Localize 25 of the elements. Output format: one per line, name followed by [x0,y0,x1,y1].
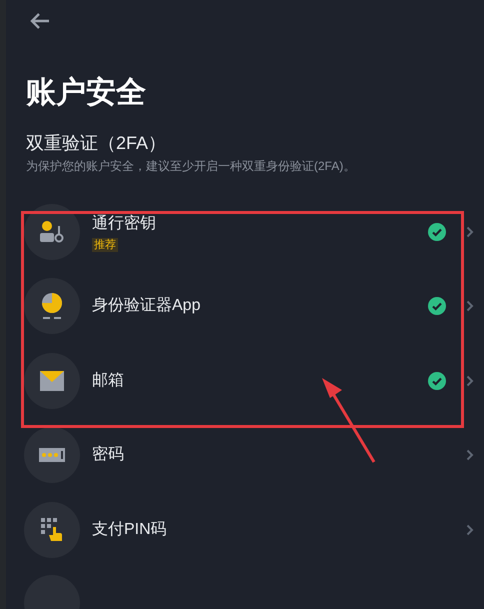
section-heading: 双重验证（2FA） [26,132,168,154]
pie-clock-icon [39,292,65,320]
row-label: 通行密钥 [92,214,156,234]
settings-row[interactable]: 通行密钥 推荐 [6,194,484,269]
password-dots-icon [39,448,65,462]
section-description: 为保护您的账户安全，建议至少开启一种双重身份验证(2FA)。 [26,158,356,174]
user-key-icon [39,220,65,244]
settings-row[interactable]: 身份验证器App [6,269,484,344]
chevron-right-icon [466,300,474,312]
row-label: 密码 [92,444,124,466]
chevron-right-icon [466,374,474,387]
page-title: 账户安全 [26,78,147,108]
row-label: 支付PIN码 [92,520,167,540]
settings-row[interactable]: 密码 [6,418,484,492]
settings-row[interactable]: 支付PIN码 [6,492,484,567]
back-icon[interactable] [29,12,51,30]
row-label: 邮箱 [92,370,124,391]
row-label: 身份验证器App [92,296,200,316]
chevron-right-icon [466,226,474,238]
settings-row[interactable]: 邮箱 [6,344,484,418]
chevron-right-icon [466,524,474,536]
recommended-badge: 推荐 [92,238,118,252]
envelope-icon [40,370,64,391]
keypad-tap-icon [41,518,63,542]
chevron-right-icon [466,449,474,462]
